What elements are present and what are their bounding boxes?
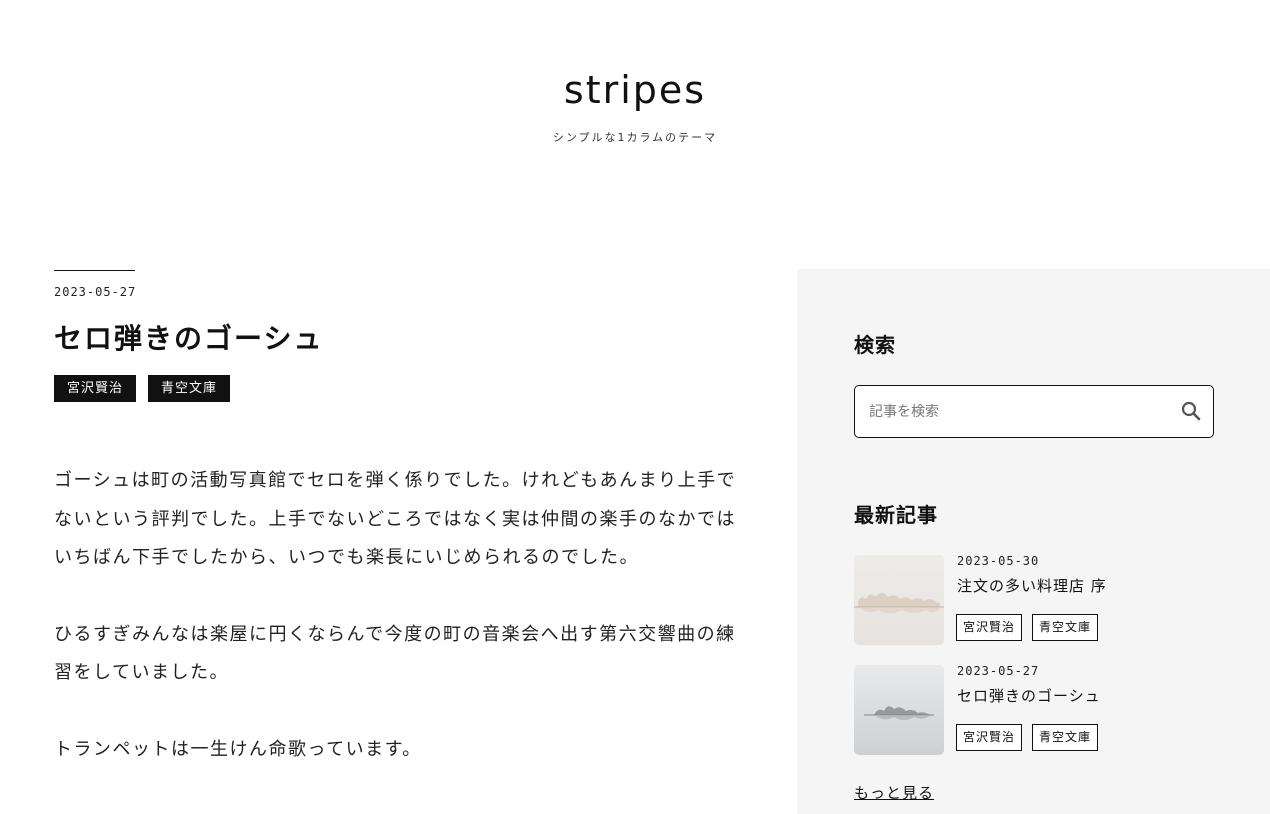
search-button[interactable] <box>1179 400 1203 424</box>
tag-link[interactable]: 宮沢賢治 <box>956 724 1023 751</box>
post-date: 2023-05-27 <box>957 664 1040 678</box>
article-body: ゴーシュは町の活動写真館でセロを弾く係りでした。けれどもあんまり上手でないという… <box>54 462 744 769</box>
article-tags: 宮沢賢治 青空文庫 <box>54 375 744 402</box>
recent-posts-title: 最新記事 <box>854 503 938 527</box>
article: 2023-05-27 セロ弾きのゴーシュ 宮沢賢治 青空文庫 ゴーシュは町の活動… <box>54 270 744 807</box>
sidebar: 検索 最新記事 20 <box>797 269 1270 814</box>
post-tags: 宮沢賢治 青空文庫 <box>956 724 1099 751</box>
recent-post-item[interactable]: 2023-05-30 注文の多い料理店 序 宮沢賢治 青空文庫 <box>854 554 1234 645</box>
tag-link[interactable]: 宮沢賢治 <box>956 614 1023 641</box>
post-title-link[interactable]: セロ弾きのゴーシュ <box>957 685 1101 706</box>
article-paragraph: ひるすぎみんなは楽屋に円くならんで今度の町の音楽会へ出す第六交響曲の練習をしてい… <box>54 623 736 684</box>
post-date: 2023-05-30 <box>957 554 1040 568</box>
post-thumbnail[interactable] <box>854 665 944 755</box>
recent-post-item[interactable]: 2023-05-27 セロ弾きのゴーシュ 宮沢賢治 青空文庫 <box>854 664 1234 755</box>
article-paragraph: トランペットは一生けん命歌っています。 <box>54 738 422 760</box>
post-title-link[interactable]: 注文の多い料理店 序 <box>957 575 1107 596</box>
tag-link[interactable]: 青空文庫 <box>1032 724 1099 751</box>
search-icon <box>1181 401 1201 420</box>
more-posts-link[interactable]: もっと見る <box>854 782 934 803</box>
article-paragraph: ゴーシュは町の活動写真館でセロを弾く係りでした。けれどもあんまり上手でないという… <box>54 470 737 568</box>
search-box <box>854 385 1214 438</box>
search-widget-title: 検索 <box>854 333 896 357</box>
tag-link[interactable]: 青空文庫 <box>148 375 231 402</box>
search-input[interactable] <box>869 400 1169 424</box>
article-date: 2023-05-27 <box>54 285 137 299</box>
article-divider <box>54 270 135 271</box>
site-description: シンプルな1カラムのテーマ <box>552 131 718 144</box>
post-tags: 宮沢賢治 青空文庫 <box>956 614 1099 641</box>
site-title[interactable]: stripes <box>0 68 1270 112</box>
article-title: セロ弾きのゴーシュ <box>54 322 324 355</box>
tag-link[interactable]: 宮沢賢治 <box>54 375 137 402</box>
post-thumbnail[interactable] <box>854 555 944 645</box>
tag-link[interactable]: 青空文庫 <box>1032 614 1099 641</box>
